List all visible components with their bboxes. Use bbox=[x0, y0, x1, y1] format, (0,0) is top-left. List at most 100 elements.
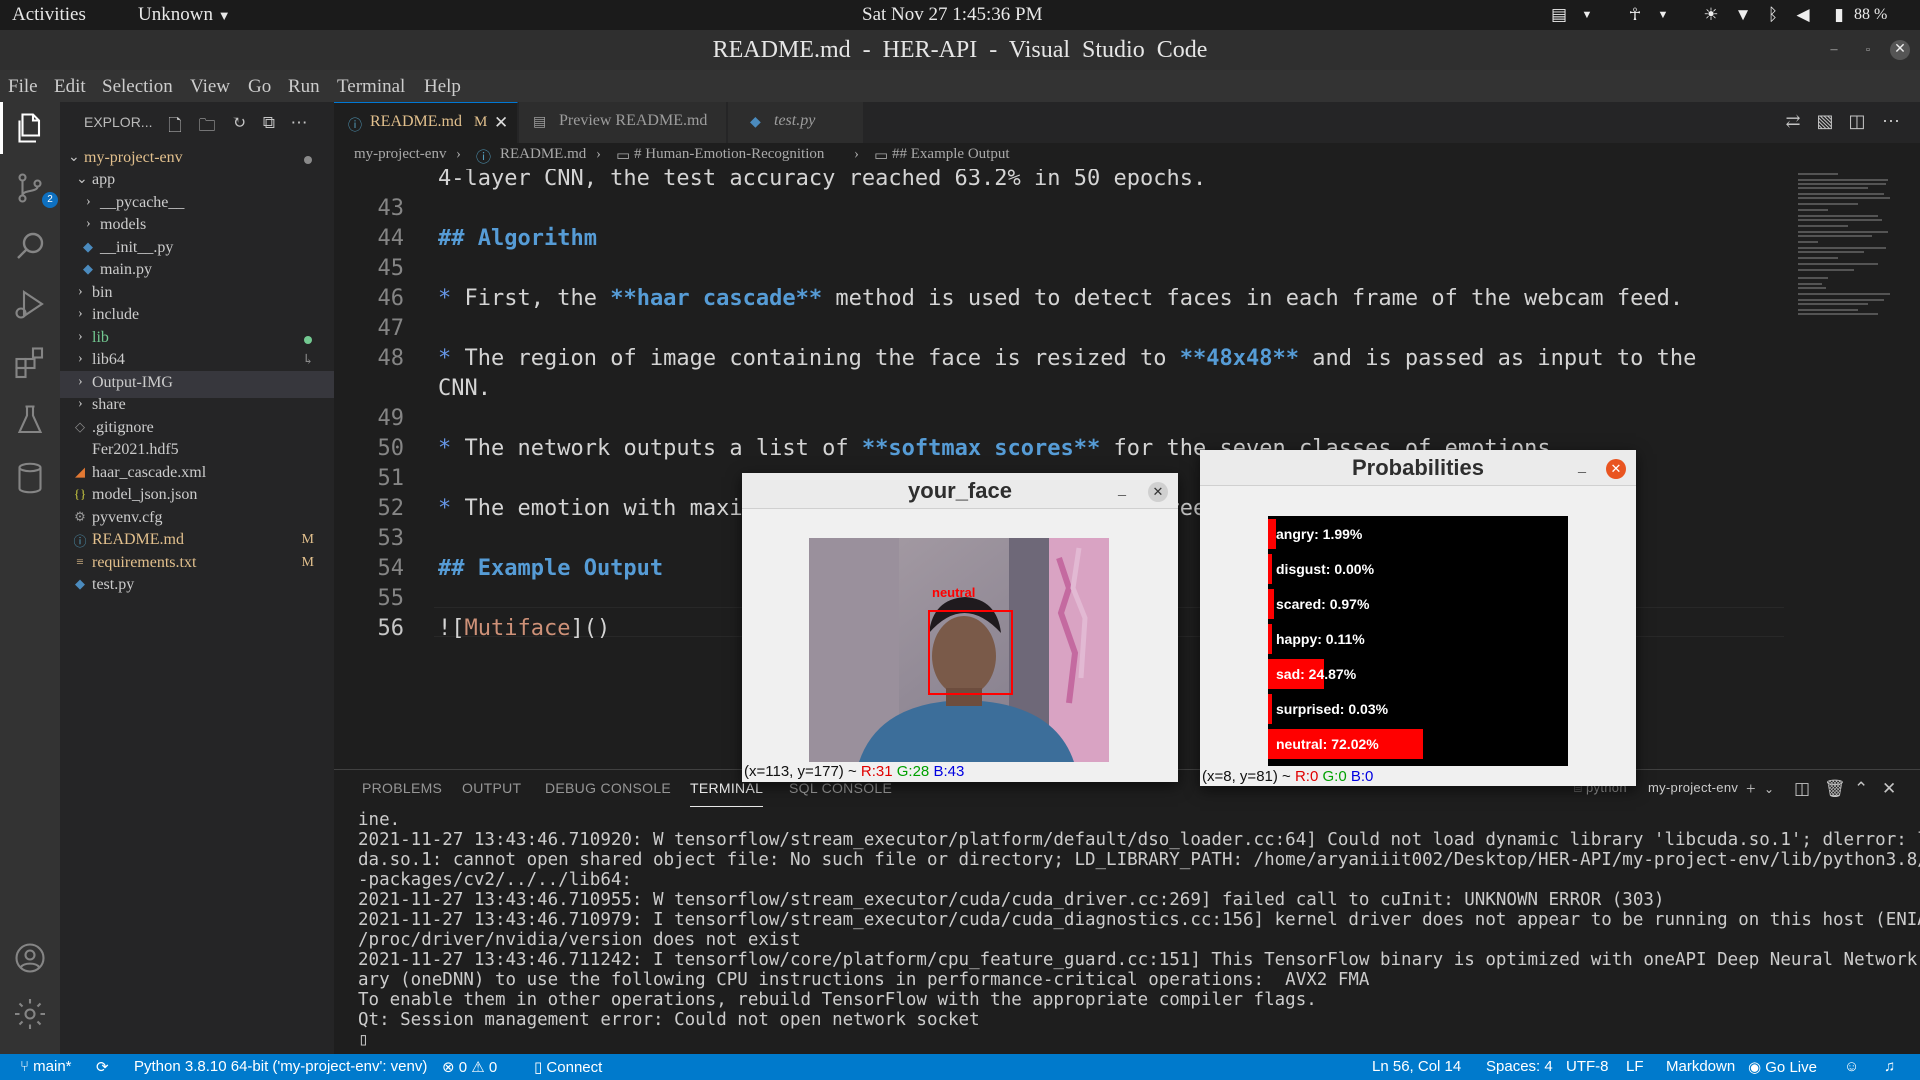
minimize-icon[interactable]: _ bbox=[1118, 481, 1126, 499]
tab-debug-console[interactable]: DEBUG CONSOLE bbox=[545, 780, 671, 796]
problems-indicator[interactable]: ⊗ 0 ⚠ 0 bbox=[442, 1058, 497, 1076]
your-face-window[interactable]: your_face _ ✕ neutral (x=113, y=177) ~ R… bbox=[742, 473, 1178, 782]
tab-output[interactable]: OUTPUT bbox=[462, 780, 521, 796]
testing-icon[interactable] bbox=[12, 402, 48, 438]
clock[interactable]: Sat Nov 27 1:45:36 PM bbox=[862, 4, 1043, 26]
language-mode[interactable]: Markdown bbox=[1666, 1058, 1735, 1075]
minimap-line bbox=[1798, 241, 1818, 243]
explorer-icon[interactable] bbox=[12, 110, 48, 146]
bluetooth-icon[interactable]: ᛒ bbox=[1762, 5, 1784, 25]
line-ending[interactable]: LF bbox=[1626, 1058, 1644, 1075]
tab-sql-console[interactable]: SQL CONSOLE bbox=[789, 780, 892, 796]
breadcrumb-item[interactable]: # Human-Emotion-Recognition bbox=[634, 146, 824, 163]
breadcrumb-item[interactable]: my-project-env bbox=[354, 146, 446, 163]
tab-problems[interactable]: PROBLEMS bbox=[362, 780, 442, 796]
tab-label: Preview README.md bbox=[559, 112, 708, 129]
terminal-output[interactable]: ine. 2021-11-27 13:43:46.710920: W tensor… bbox=[358, 810, 1920, 1050]
chevron-down-icon[interactable]: ⌄ bbox=[1764, 782, 1774, 797]
tab-readme[interactable]: ⓘ README.md M ✕ bbox=[334, 102, 518, 143]
close-icon[interactable]: ✕ bbox=[1148, 482, 1168, 502]
python-file-icon: ◆ bbox=[83, 261, 93, 276]
compare-changes-icon[interactable]: ⇄ bbox=[1782, 111, 1804, 133]
settings-gear-icon[interactable] bbox=[12, 996, 48, 1032]
search-icon[interactable] bbox=[12, 228, 48, 264]
maximize-panel-icon[interactable]: ⌃ bbox=[1854, 779, 1868, 799]
encoding[interactable]: UTF-8 bbox=[1566, 1058, 1609, 1075]
database-icon[interactable] bbox=[12, 460, 48, 496]
close-icon[interactable]: ✕ bbox=[1890, 40, 1910, 60]
indentation[interactable]: Spaces: 4 bbox=[1486, 1058, 1553, 1075]
refresh-icon[interactable]: ↻ bbox=[228, 113, 250, 135]
probability-label: scared: 0.97% bbox=[1276, 596, 1370, 612]
chevron-down-icon[interactable]: ▼ bbox=[1576, 5, 1598, 25]
menu-edit[interactable]: Edit bbox=[54, 76, 86, 98]
cursor-position[interactable]: Ln 56, Col 14 bbox=[1372, 1058, 1461, 1075]
minimize-icon[interactable]: – bbox=[1824, 40, 1844, 60]
split-editor-icon[interactable]: ◫ bbox=[1846, 111, 1868, 133]
extensions-icon[interactable] bbox=[12, 344, 48, 380]
brightness-icon[interactable]: ☀ bbox=[1700, 5, 1722, 25]
window-title-bar[interactable]: README.md - HER-API - Visual Studio Code… bbox=[0, 30, 1920, 70]
maximize-icon[interactable]: ▫ bbox=[1858, 40, 1878, 60]
wifi-icon[interactable]: ▼ bbox=[1732, 5, 1754, 25]
collapse-all-icon[interactable]: ⧉ bbox=[258, 113, 280, 135]
run-debug-icon[interactable] bbox=[12, 286, 48, 322]
menu-terminal[interactable]: Terminal bbox=[337, 76, 405, 98]
chevron-right-icon: › bbox=[86, 216, 91, 231]
close-panel-icon[interactable]: ✕ bbox=[1882, 779, 1896, 799]
gear-file-icon: ⚙ bbox=[74, 509, 86, 524]
volume-icon[interactable]: ◀ bbox=[1792, 5, 1814, 25]
notifications-bell-icon[interactable]: ♫ bbox=[1884, 1058, 1895, 1075]
open-preview-icon[interactable]: ▧ bbox=[1814, 111, 1836, 133]
account-icon[interactable] bbox=[12, 940, 48, 976]
go-live-button[interactable]: ◉ Go Live bbox=[1748, 1058, 1817, 1076]
probability-label: disgust: 0.00% bbox=[1276, 561, 1375, 577]
clipboard-icon[interactable]: ▤ bbox=[1548, 5, 1570, 25]
tab-preview-readme[interactable]: ▤ Preview README.md bbox=[519, 102, 727, 143]
terminal-env-label[interactable]: my-project-env bbox=[1648, 780, 1738, 795]
new-folder-icon[interactable]: 🗀 bbox=[196, 113, 218, 135]
menu-run[interactable]: Run bbox=[288, 76, 320, 98]
menu-help[interactable]: Help bbox=[424, 76, 461, 98]
menu-view[interactable]: View bbox=[190, 76, 230, 98]
breadcrumb-item[interactable]: ## Example Output bbox=[892, 146, 1009, 163]
battery-icon[interactable]: ▮ bbox=[1828, 5, 1850, 25]
new-file-icon[interactable]: 🗋 bbox=[164, 113, 186, 135]
activities-button[interactable]: Activities bbox=[12, 4, 86, 26]
close-icon[interactable]: ✕ bbox=[494, 113, 508, 133]
code-token: * bbox=[438, 436, 465, 461]
menu-go[interactable]: Go bbox=[248, 76, 271, 98]
code-token: CNN. bbox=[438, 376, 491, 401]
vertical-scrollbar[interactable] bbox=[1906, 169, 1920, 769]
app-menu[interactable]: Unknown ▼ bbox=[138, 4, 231, 26]
branch-indicator[interactable]: ⑂ main* bbox=[20, 1058, 72, 1075]
new-terminal-icon[interactable]: + bbox=[1746, 779, 1756, 799]
chevron-down-icon[interactable]: ▼ bbox=[1652, 5, 1674, 25]
line-number: 47 bbox=[377, 316, 405, 341]
more-actions-icon[interactable]: ⋯ bbox=[288, 113, 310, 135]
trash-icon[interactable]: 🗑 bbox=[1824, 779, 1846, 799]
code-line: ## Algorithm bbox=[438, 226, 597, 251]
connect-button[interactable]: ▯ Connect bbox=[534, 1058, 602, 1076]
accessibility-icon[interactable]: ☥ bbox=[1624, 5, 1646, 25]
breadcrumb-item[interactable]: README.md bbox=[500, 146, 586, 163]
close-icon[interactable]: ✕ bbox=[1606, 459, 1626, 479]
chevron-right-icon: › bbox=[456, 146, 461, 162]
split-terminal-icon[interactable]: ◫ bbox=[1794, 779, 1810, 799]
more-actions-icon[interactable]: ⋯ bbox=[1880, 111, 1902, 133]
python-interpreter[interactable]: Python 3.8.10 64-bit ('my-project-env': … bbox=[134, 1058, 427, 1075]
minimize-icon[interactable]: _ bbox=[1578, 458, 1586, 476]
tab-test-py[interactable]: ◆ test.py bbox=[728, 102, 864, 143]
activity-bar: 2 bbox=[0, 102, 60, 1054]
tab-terminal[interactable]: TERMINAL bbox=[690, 780, 763, 796]
code-line: * First, the **haar cascade** method is … bbox=[438, 286, 1683, 311]
source-control-icon[interactable]: 2 bbox=[12, 170, 58, 208]
tree-item-test-py[interactable]: ◆ test.py bbox=[60, 573, 334, 600]
probabilities-window[interactable]: Probabilities _ ✕ angry: 1.99% disgust: 0… bbox=[1200, 450, 1636, 786]
feedback-icon[interactable]: ☺ bbox=[1844, 1058, 1859, 1075]
menu-file[interactable]: File bbox=[8, 76, 38, 98]
menu-selection[interactable]: Selection bbox=[102, 76, 173, 98]
minimap[interactable] bbox=[1794, 169, 1904, 629]
sync-icon[interactable]: ⟳ bbox=[96, 1058, 109, 1076]
warning-icon: ⚠ bbox=[471, 1059, 489, 1076]
